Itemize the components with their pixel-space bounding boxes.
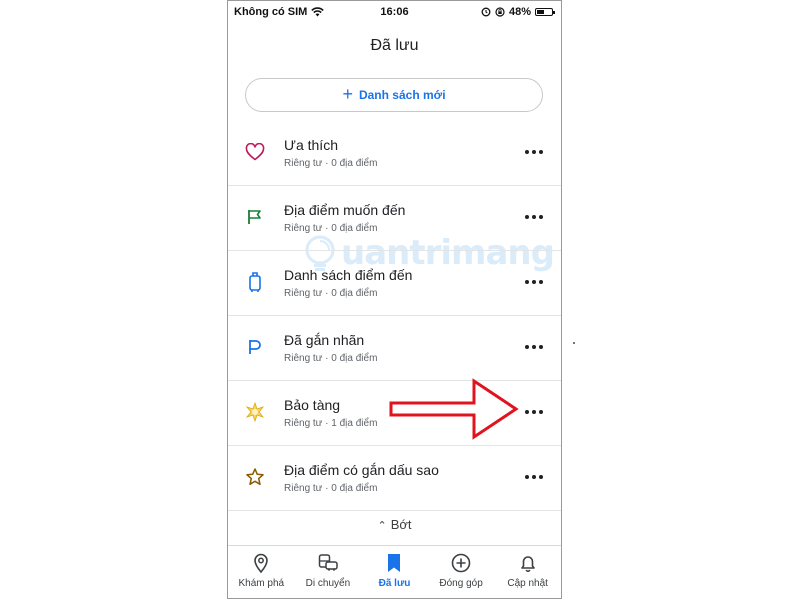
- list-title: Danh sách điểm đến: [284, 267, 413, 283]
- stray-dot: [573, 342, 575, 344]
- status-right: 48%: [481, 6, 555, 18]
- sparkle-icon: [244, 401, 266, 423]
- list-title: Ưa thích: [284, 137, 338, 153]
- list-subtitle: Riêng tư · 0 địa điểm: [284, 483, 378, 494]
- nav-contribute[interactable]: Đóng góp: [428, 546, 495, 598]
- new-list-button[interactable]: + Danh sách mới: [245, 78, 543, 112]
- alarm-icon: [481, 7, 491, 17]
- list-item-travel-plans[interactable]: Danh sách điểm đến Riêng tư · 0 địa điểm: [228, 251, 561, 316]
- label-flag-icon: [244, 336, 266, 358]
- more-options-button[interactable]: [525, 210, 543, 224]
- list-item-want-to-go[interactable]: Địa điểm muốn đến Riêng tư · 0 địa điểm: [228, 186, 561, 251]
- chevron-up-icon: ⌃: [377, 520, 387, 532]
- list-subtitle: Riêng tư · 0 địa điểm: [284, 223, 378, 234]
- nav-commute[interactable]: Di chuyển: [295, 546, 362, 598]
- status-bar: Không có SIM 16:06 48%: [228, 1, 561, 25]
- plus-icon: +: [342, 84, 353, 104]
- nav-label: Khám phá: [238, 578, 285, 589]
- more-options-button[interactable]: [525, 470, 543, 484]
- lock-rotation-icon: [495, 7, 505, 17]
- collapse-button[interactable]: ⌃ Bớt: [228, 517, 561, 532]
- page-title: Đã lưu: [370, 37, 419, 54]
- flag-icon: [244, 206, 266, 228]
- list-subtitle: Riêng tư · 0 địa điểm: [284, 158, 378, 169]
- list-subtitle: Riêng tư · 0 địa điểm: [284, 353, 378, 364]
- bell-icon: [520, 556, 535, 572]
- saved-lists: Ưa thích Riêng tư · 0 địa điểm Địa điểm …: [228, 121, 561, 511]
- list-title: Địa điểm muốn đến: [284, 202, 406, 218]
- list-title: Bảo tàng: [284, 397, 341, 413]
- nav-label: Cập nhật: [507, 578, 548, 589]
- bookmark-icon: [388, 554, 401, 572]
- more-options-button[interactable]: [525, 275, 543, 289]
- more-options-button[interactable]: [525, 340, 543, 354]
- star-icon: [244, 466, 266, 488]
- more-options-button[interactable]: [525, 405, 543, 419]
- bottom-nav: Khám phá Di chuyển Đã lưu Đóng góp Cập n…: [228, 545, 561, 598]
- nav-label: Đóng góp: [439, 578, 483, 589]
- list-subtitle: Riêng tư · 0 địa điểm: [284, 288, 378, 299]
- list-item-labeled[interactable]: Đã gắn nhãn Riêng tư · 0 địa điểm: [228, 316, 561, 381]
- list-subtitle: Riêng tư · 1 địa điểm: [284, 418, 378, 429]
- phone-screen: Không có SIM 16:06 48% Đã lưu + Danh sác…: [227, 0, 562, 599]
- list-item-starred[interactable]: Địa điểm có gắn dấu sao Riêng tư · 0 địa…: [228, 446, 561, 511]
- battery-percent: 48%: [508, 6, 531, 18]
- collapse-label: Bớt: [390, 517, 412, 532]
- battery-fill: [537, 10, 544, 14]
- commute-icon: [318, 554, 338, 571]
- list-title: Địa điểm có gắn dấu sao: [284, 462, 439, 478]
- nav-label: Đã lưu: [378, 578, 411, 589]
- nav-saved[interactable]: Đã lưu: [361, 546, 428, 598]
- nav-label: Di chuyển: [305, 578, 351, 589]
- heart-icon: [244, 141, 266, 163]
- nav-updates[interactable]: Cập nhật: [494, 546, 561, 598]
- more-options-button[interactable]: [525, 145, 543, 159]
- battery-icon: [535, 8, 555, 16]
- red-arrow-annotation: [389, 378, 519, 440]
- list-item-favorites[interactable]: Ưa thích Riêng tư · 0 địa điểm: [228, 121, 561, 186]
- luggage-icon: [244, 271, 266, 293]
- nav-explore[interactable]: Khám phá: [228, 546, 295, 598]
- new-list-label: Danh sách mới: [358, 88, 446, 102]
- list-title: Đã gắn nhãn: [284, 332, 365, 348]
- location-pin-icon: [254, 553, 269, 574]
- add-circle-icon: [451, 553, 471, 573]
